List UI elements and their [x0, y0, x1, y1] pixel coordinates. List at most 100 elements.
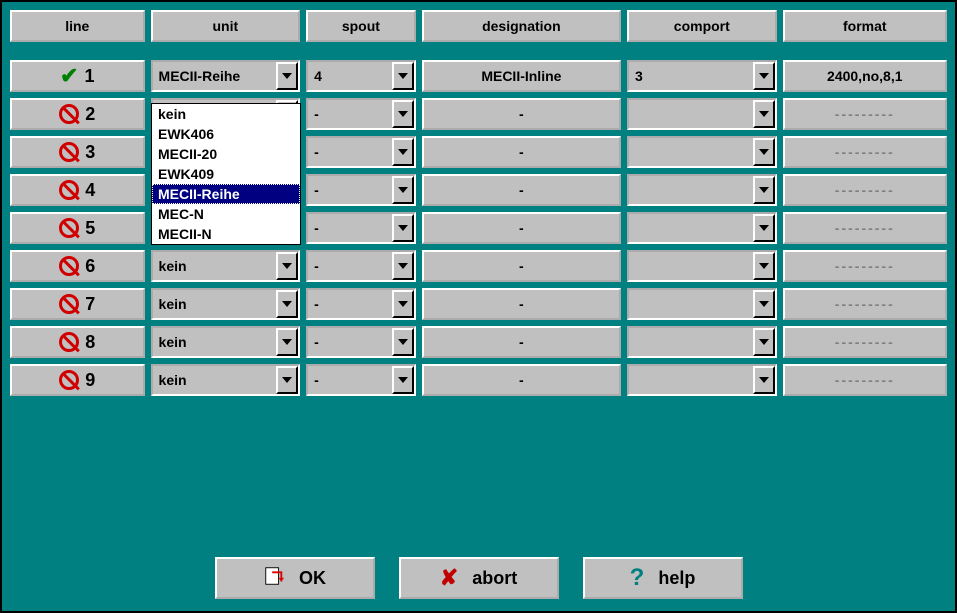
- format-cell: ---------: [783, 288, 947, 320]
- line-number: 5: [85, 218, 95, 239]
- spout-value: -: [314, 296, 392, 312]
- chevron-down-icon: [753, 214, 775, 242]
- unit-combo[interactable]: kein: [151, 326, 301, 358]
- chevron-down-icon: [753, 366, 775, 394]
- comport-combo[interactable]: [627, 136, 777, 168]
- comport-combo[interactable]: [627, 212, 777, 244]
- unit-combo[interactable]: MECII-Reihe: [151, 60, 301, 92]
- config-window: line unit spout designation comport form…: [0, 0, 957, 613]
- data-row: 7kein-----------: [10, 288, 947, 320]
- abort-icon: ✘: [440, 565, 458, 591]
- spout-combo[interactable]: -: [306, 174, 416, 206]
- deny-icon: [59, 332, 79, 352]
- line-button[interactable]: 4: [10, 174, 145, 206]
- header-designation: designation: [422, 10, 621, 42]
- format-cell: ---------: [783, 98, 947, 130]
- chevron-down-icon: [392, 138, 414, 166]
- ok-button[interactable]: OK: [215, 557, 375, 599]
- spout-combo[interactable]: -: [306, 212, 416, 244]
- comport-combo[interactable]: [627, 364, 777, 396]
- format-value: ---------: [835, 144, 895, 160]
- designation-cell: -: [422, 288, 621, 320]
- dropdown-option[interactable]: MECII-N: [152, 224, 300, 244]
- chevron-down-icon: [276, 328, 298, 356]
- unit-combo[interactable]: kein: [151, 288, 301, 320]
- dropdown-option[interactable]: kein: [152, 104, 300, 124]
- format-value: ---------: [835, 106, 895, 122]
- comport-combo[interactable]: [627, 174, 777, 206]
- spout-value: -: [314, 182, 392, 198]
- dropdown-option[interactable]: MECII-Reihe: [152, 184, 300, 204]
- unit-value: kein: [159, 258, 277, 274]
- data-row: 9kein-----------: [10, 364, 947, 396]
- spout-value: -: [314, 144, 392, 160]
- spout-value: -: [314, 106, 392, 122]
- comport-combo[interactable]: 3: [627, 60, 777, 92]
- comport-combo[interactable]: [627, 288, 777, 320]
- designation-cell: -: [422, 136, 621, 168]
- unit-dropdown-list[interactable]: keinEWK406MECII-20EWK409MECII-ReiheMEC-N…: [151, 103, 301, 245]
- chevron-down-icon: [276, 252, 298, 280]
- designation-value: -: [519, 372, 524, 388]
- line-button[interactable]: 3: [10, 136, 145, 168]
- designation-value: -: [519, 182, 524, 198]
- unit-value: kein: [159, 372, 277, 388]
- unit-combo[interactable]: kein: [151, 364, 301, 396]
- chevron-down-icon: [392, 290, 414, 318]
- comport-combo[interactable]: [627, 326, 777, 358]
- line-button[interactable]: 6: [10, 250, 145, 282]
- abort-button[interactable]: ✘ abort: [399, 557, 559, 599]
- line-number: 3: [85, 142, 95, 163]
- deny-icon: [59, 180, 79, 200]
- chevron-down-icon: [753, 62, 775, 90]
- header-unit: unit: [151, 10, 301, 42]
- spout-combo[interactable]: -: [306, 288, 416, 320]
- chevron-down-icon: [392, 252, 414, 280]
- line-button[interactable]: ✔1: [10, 60, 145, 92]
- dropdown-option[interactable]: MECII-20: [152, 144, 300, 164]
- line-button[interactable]: 9: [10, 364, 145, 396]
- designation-value: -: [519, 144, 524, 160]
- chevron-down-icon: [392, 62, 414, 90]
- designation-value: -: [519, 220, 524, 236]
- spout-combo[interactable]: -: [306, 98, 416, 130]
- chevron-down-icon: [753, 252, 775, 280]
- chevron-down-icon: [392, 100, 414, 128]
- unit-value: kein: [159, 334, 277, 350]
- designation-cell: -: [422, 174, 621, 206]
- comport-combo[interactable]: [627, 250, 777, 282]
- dropdown-option[interactable]: MEC-N: [152, 204, 300, 224]
- unit-combo[interactable]: kein: [151, 250, 301, 282]
- unit-value: MECII-Reihe: [159, 68, 277, 84]
- help-button[interactable]: ? help: [583, 557, 743, 599]
- chevron-down-icon: [392, 328, 414, 356]
- line-button[interactable]: 5: [10, 212, 145, 244]
- line-number: 8: [85, 332, 95, 353]
- designation-value: -: [519, 106, 524, 122]
- format-value: ---------: [835, 220, 895, 236]
- spout-combo[interactable]: -: [306, 136, 416, 168]
- line-button[interactable]: 2: [10, 98, 145, 130]
- line-button[interactable]: 8: [10, 326, 145, 358]
- dropdown-option[interactable]: EWK409: [152, 164, 300, 184]
- spout-value: 4: [314, 68, 392, 84]
- chevron-down-icon: [276, 366, 298, 394]
- spout-value: -: [314, 334, 392, 350]
- dropdown-option[interactable]: EWK406: [152, 124, 300, 144]
- deny-icon: [59, 142, 79, 162]
- spout-combo[interactable]: -: [306, 250, 416, 282]
- chevron-down-icon: [753, 176, 775, 204]
- data-row: ✔1MECII-Reihe4MECII-Inline32400,no,8,1: [10, 60, 947, 92]
- designation-cell: -: [422, 98, 621, 130]
- format-cell: ---------: [783, 136, 947, 168]
- button-bar: OK ✘ abort ? help: [2, 557, 955, 599]
- format-cell: ---------: [783, 250, 947, 282]
- spout-combo[interactable]: -: [306, 364, 416, 396]
- comport-combo[interactable]: [627, 98, 777, 130]
- header-spout: spout: [306, 10, 416, 42]
- comport-value: 3: [635, 68, 753, 84]
- spout-combo[interactable]: 4: [306, 60, 416, 92]
- line-button[interactable]: 7: [10, 288, 145, 320]
- format-cell: ---------: [783, 326, 947, 358]
- spout-combo[interactable]: -: [306, 326, 416, 358]
